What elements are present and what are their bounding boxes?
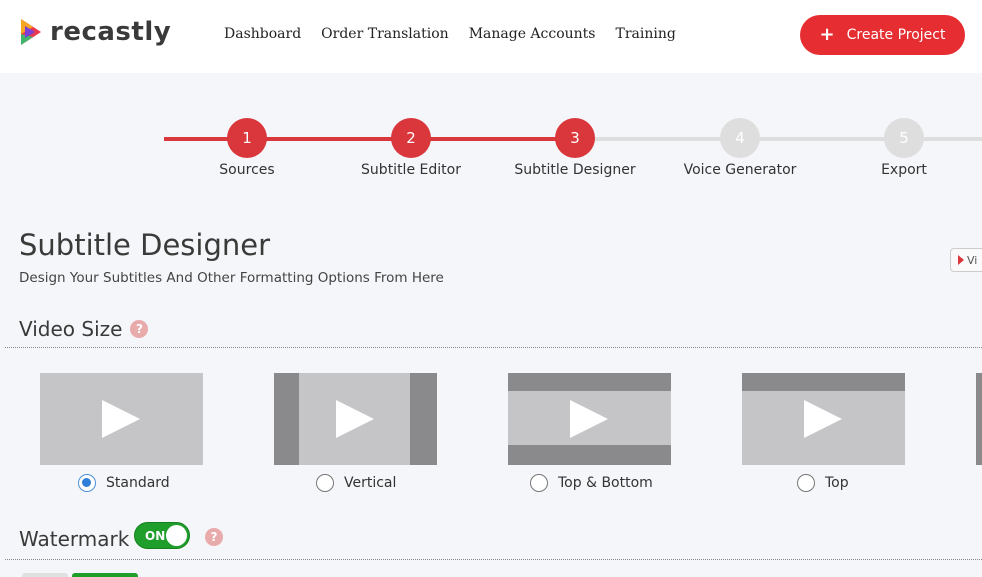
top-label: Top [825,475,849,491]
step-4-number: 4 [735,129,745,147]
step-line-done [164,137,575,141]
top-bar [508,373,671,391]
standard-preview [40,373,203,465]
video-size-heading: Video Size ? [19,317,149,341]
section-divider [5,559,982,560]
top-bar [742,373,905,391]
bottom-bar [508,445,671,465]
page-title: Subtitle Designer [19,228,271,262]
video-size-vertical-option[interactable]: Vertical [316,474,396,492]
vertical-preview [274,373,437,465]
video-size-title: Video Size [19,317,123,341]
top-header: recastly Dashboard Order Translation Man… [0,0,982,73]
logo-text: recastly [50,17,172,47]
section-divider [5,347,982,348]
create-project-label: Create Project [846,27,946,43]
video-size-vertical-thumb[interactable] [274,373,437,465]
watermark-title: Watermark [19,527,130,551]
step-4-circle[interactable]: 4 [720,118,760,158]
option-button[interactable] [72,573,138,577]
toggle-label: ON [145,528,166,543]
video-size-top-bottom-option[interactable]: Top & Bottom [530,474,653,492]
top-bottom-radio[interactable] [530,474,548,492]
nav-dashboard[interactable]: Dashboard [224,26,301,42]
option-button[interactable] [22,573,68,577]
nav-order-translation[interactable]: Order Translation [321,26,449,42]
standard-label: Standard [106,475,170,491]
vertical-radio[interactable] [316,474,334,492]
step-3-label: Subtitle Designer [514,162,636,178]
step-1-number: 1 [242,129,252,147]
video-size-next-thumb[interactable] [976,373,982,465]
help-icon[interactable]: ? [130,320,149,338]
vertical-left-bar [274,373,299,465]
logo-icon [21,19,41,45]
play-icon [570,400,608,438]
play-icon [102,400,140,438]
top-bottom-preview [508,373,671,465]
create-project-button[interactable]: + Create Project [800,15,965,55]
video-size-top-bottom-thumb[interactable] [508,373,671,465]
video-size-standard-option[interactable]: Standard [78,474,170,492]
video-tab-button[interactable]: Vi [950,248,982,272]
step-4-label: Voice Generator [683,162,797,178]
toggle-knob [166,525,187,546]
step-5-label: Export [881,162,927,178]
step-3-circle[interactable]: 3 [555,118,595,158]
step-2-label: Subtitle Editor [361,162,461,178]
step-5-number: 5 [899,129,909,147]
help-icon[interactable]: ? [205,528,223,546]
step-1-circle[interactable]: 1 [227,118,267,158]
play-icon [958,255,964,265]
logo[interactable]: recastly [19,17,171,47]
vertical-label: Vertical [344,475,397,491]
play-icon [804,400,842,438]
watermark-heading: Watermark [19,527,129,551]
step-1-label: Sources [219,162,275,178]
top-radio[interactable] [797,474,815,492]
main-nav: Dashboard Order Translation Manage Accou… [224,26,676,42]
step-3-number: 3 [570,129,580,147]
plus-icon: + [819,24,835,45]
step-5-circle[interactable]: 5 [884,118,924,158]
top-bottom-label: Top & Bottom [558,475,653,491]
top-preview [742,373,905,465]
nav-training[interactable]: Training [616,26,676,42]
watermark-toggle[interactable]: ON [134,522,190,549]
step-2-number: 2 [406,129,416,147]
video-size-top-option[interactable]: Top [797,474,849,492]
video-size-top-thumb[interactable] [742,373,905,465]
vertical-right-bar [410,373,437,465]
step-2-circle[interactable]: 2 [391,118,431,158]
standard-radio[interactable] [78,474,96,492]
nav-manage-accounts[interactable]: Manage Accounts [469,26,596,42]
play-icon [336,400,374,438]
page-subtitle: Design Your Subtitles And Other Formatti… [19,270,444,286]
video-tab-label: Vi [967,253,978,267]
video-size-standard-thumb[interactable] [40,373,203,465]
